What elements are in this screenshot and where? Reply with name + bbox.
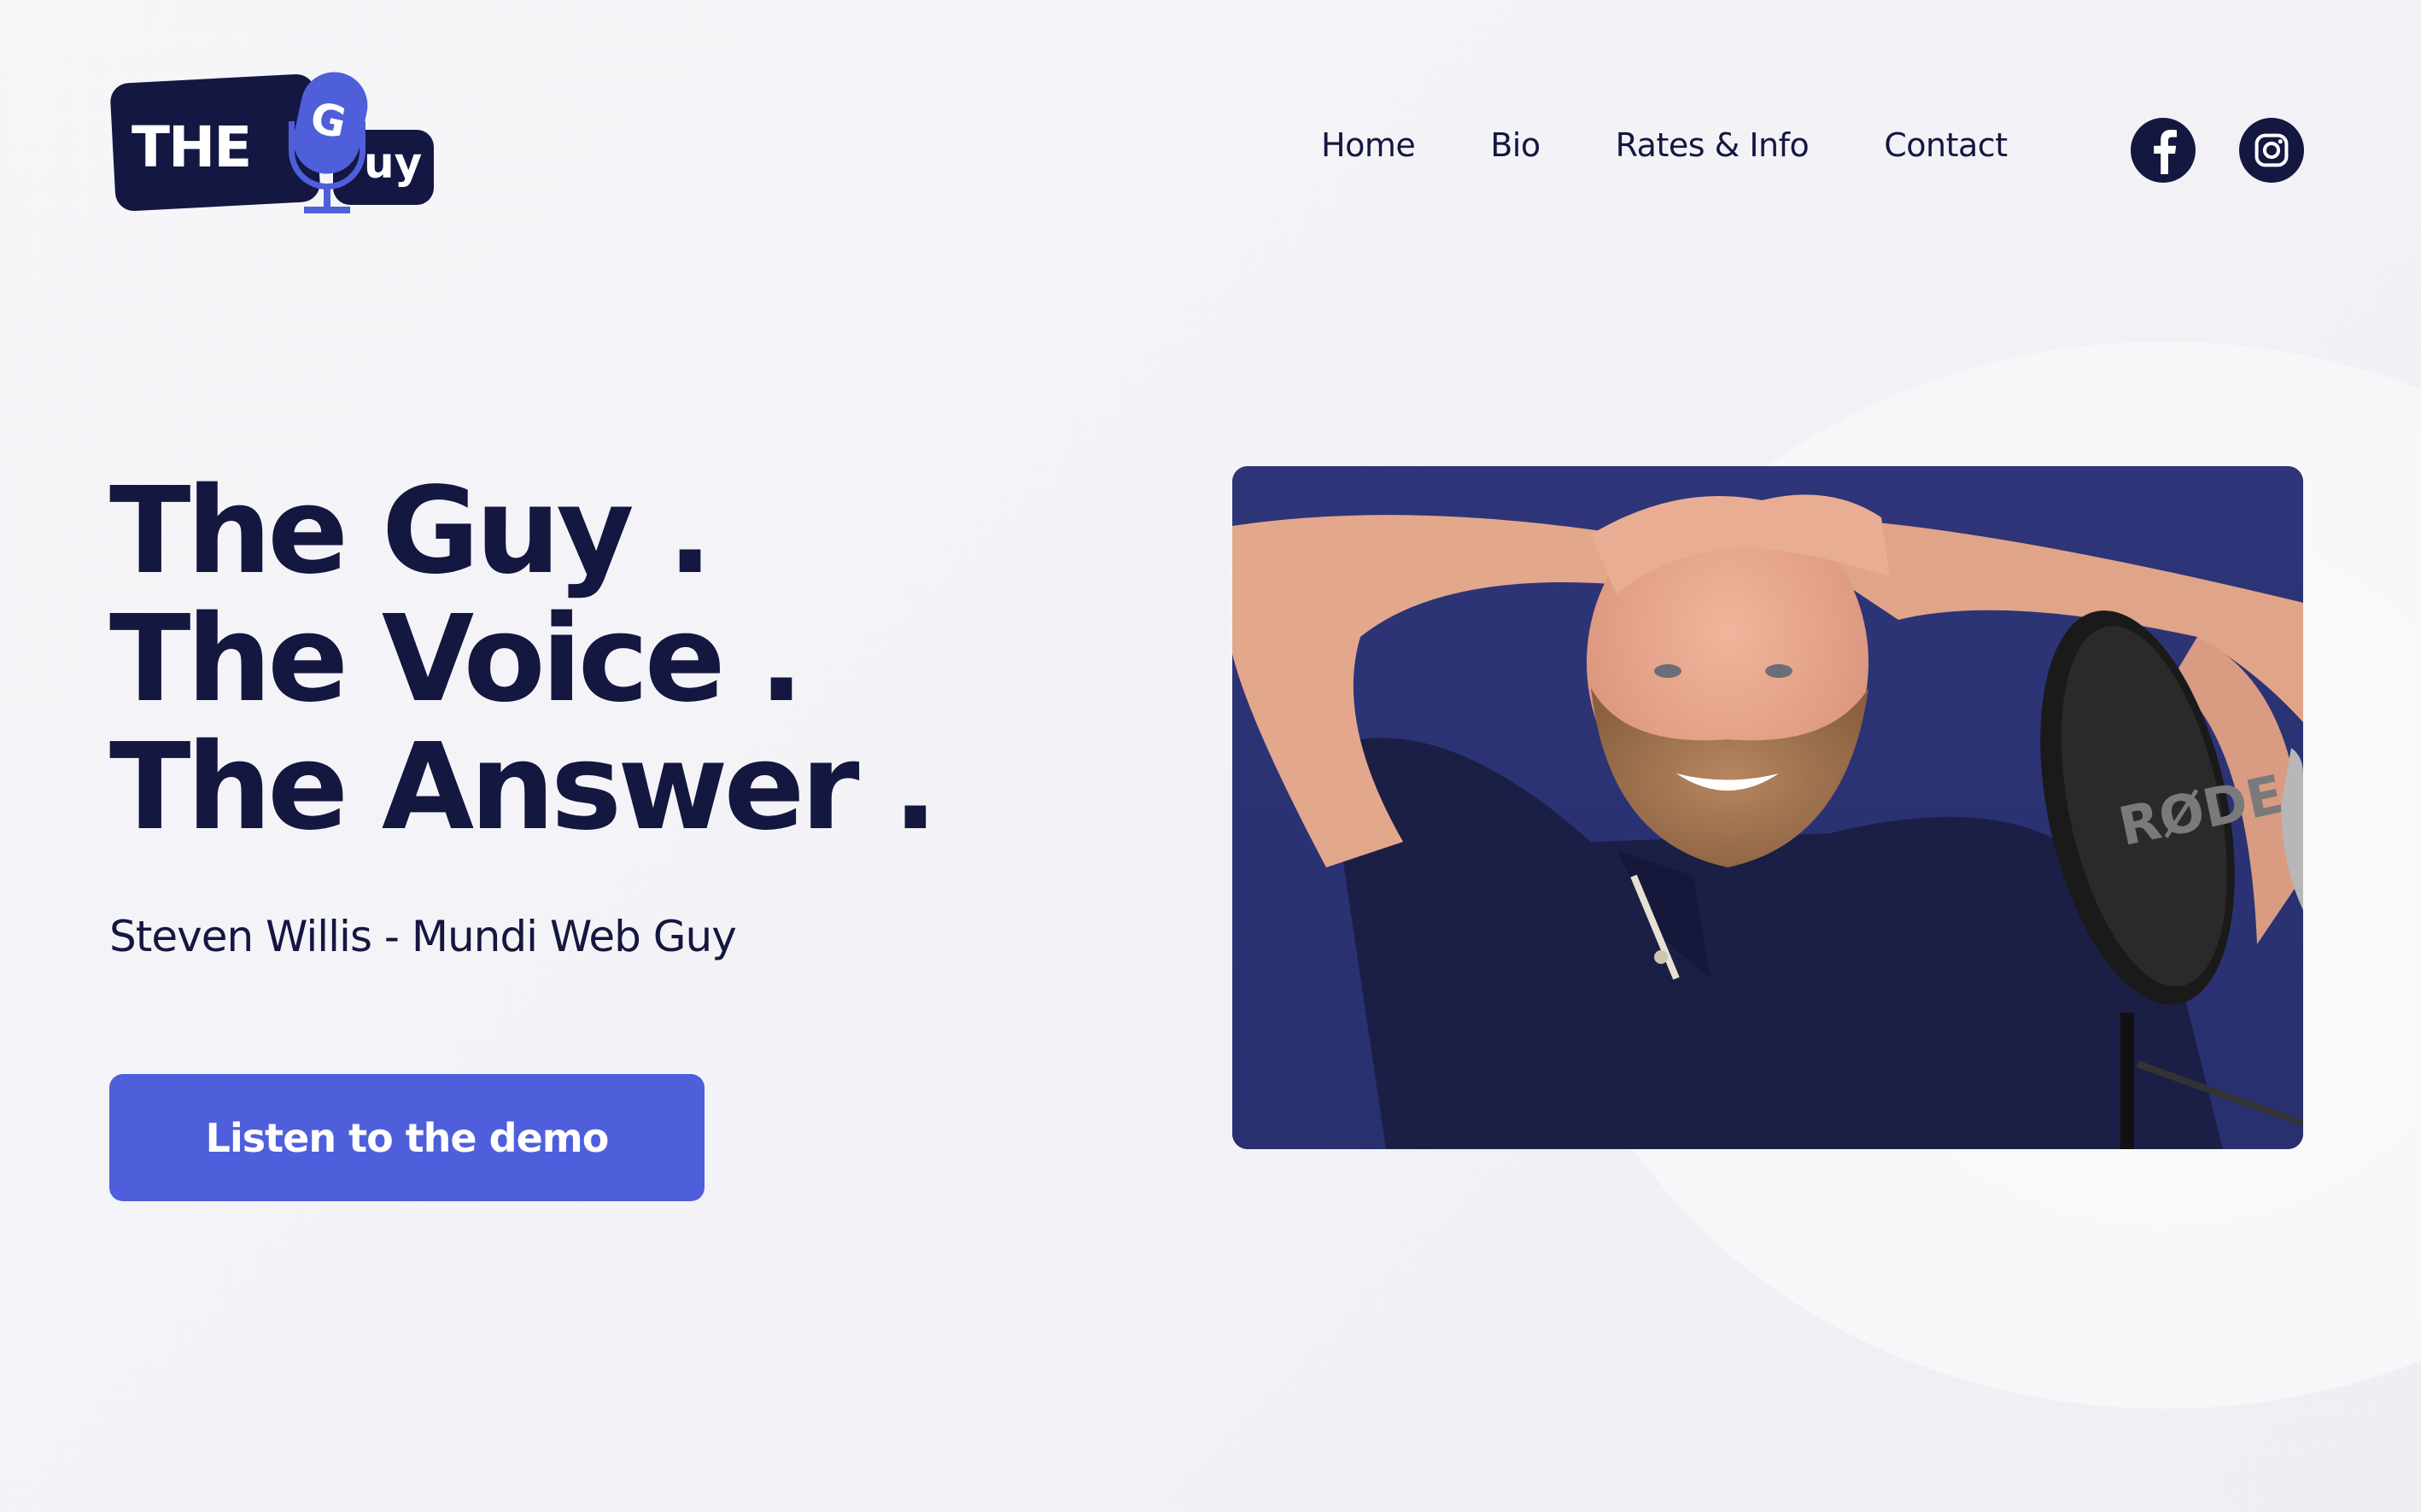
hero-subtitle: Steven Willis - Mundi Web Guy — [109, 912, 737, 961]
hero-photo-illustration: RØDE — [1232, 466, 2303, 1149]
hero-headline: The Guy . The Voice . The Answer . — [109, 462, 938, 857]
headline-line-1: The Guy . — [109, 462, 713, 601]
nav-bio[interactable]: Bio — [1490, 126, 1541, 164]
instagram-icon — [2254, 133, 2289, 167]
nav-contact[interactable]: Contact — [1884, 126, 2008, 164]
listen-demo-button[interactable]: Listen to the demo — [109, 1074, 705, 1201]
headline-line-3: The Answer . — [109, 718, 938, 857]
microphone-stem — [324, 188, 330, 208]
nav-rates-info[interactable]: Rates & Info — [1616, 126, 1810, 164]
logo-text-the: THE — [132, 114, 252, 180]
logo-text-uy: uy — [364, 138, 423, 188]
site-logo[interactable]: THE uy G — [109, 66, 442, 219]
facebook-link[interactable] — [2131, 118, 2196, 183]
instagram-link[interactable] — [2239, 118, 2304, 183]
headline-line-2: The Voice . — [109, 590, 804, 729]
facebook-icon — [2154, 130, 2177, 174]
hero-photo: RØDE — [1232, 466, 2303, 1149]
microphone-base — [304, 207, 350, 213]
nav-home[interactable]: Home — [1321, 126, 1416, 164]
main-nav: Home Bio Rates & Info Contact — [1321, 126, 2083, 164]
